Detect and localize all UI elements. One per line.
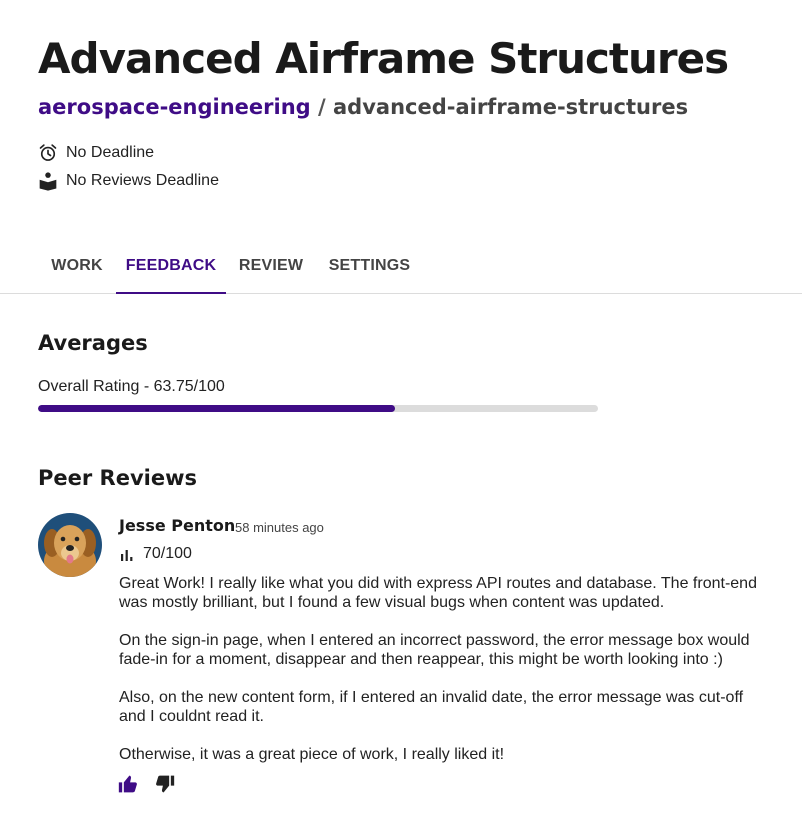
bar-chart-icon [121, 550, 133, 561]
review-paragraph: Otherwise, it was a great piece of work,… [119, 746, 505, 763]
thumbs-up-icon[interactable] [118, 774, 138, 794]
review-paragraph: On the sign-in page, when I entered an i… [119, 632, 750, 668]
review-paragraph: Also, on the new content form, if I ente… [119, 689, 744, 725]
review-score: 70/100 [119, 545, 192, 563]
thumbs-down-icon[interactable] [155, 774, 175, 794]
reviews-deadline-text: No Reviews Deadline [66, 172, 219, 189]
averages-heading: Averages [38, 331, 148, 355]
deadline-text: No Deadline [66, 144, 155, 161]
alarm-clock-icon [39, 144, 57, 161]
tab-feedback[interactable]: FEEDBACK [116, 240, 226, 294]
peer-reviews-heading: Peer Reviews [38, 466, 197, 490]
reviewer-name: Jesse Penton [119, 516, 236, 535]
breadcrumb-org-link[interactable]: aerospace-engineering [38, 95, 311, 119]
reviews-deadline-row: No Reviews Deadline [38, 171, 219, 191]
tab-settings[interactable]: SETTINGS [316, 240, 423, 292]
avatar [38, 513, 102, 577]
tab-review[interactable]: REVIEW [226, 240, 316, 292]
overall-rating-bar-fill [38, 405, 395, 412]
breadcrumb: aerospace-engineering / advanced-airfram… [38, 95, 688, 119]
overall-rating-bar [38, 405, 598, 412]
tab-work[interactable]: WORK [38, 240, 116, 292]
review-timestamp: 58 minutes ago [235, 520, 324, 535]
review-body: Great Work! I really like what you did w… [119, 574, 769, 783]
page-title: Advanced Airframe Structures [38, 34, 729, 83]
breadcrumb-separator: / [310, 95, 333, 119]
review-paragraph: Great Work! I really like what you did w… [119, 575, 757, 611]
breadcrumb-repo: advanced-airframe-structures [333, 95, 689, 119]
reader-icon [39, 172, 57, 191]
tab-bar: WORK FEEDBACK REVIEW SETTINGS [0, 240, 802, 294]
overall-rating-label: Overall Rating - 63.75/100 [38, 378, 225, 395]
review-score-value: 70/100 [143, 545, 192, 562]
deadline-row: No Deadline [38, 143, 154, 163]
